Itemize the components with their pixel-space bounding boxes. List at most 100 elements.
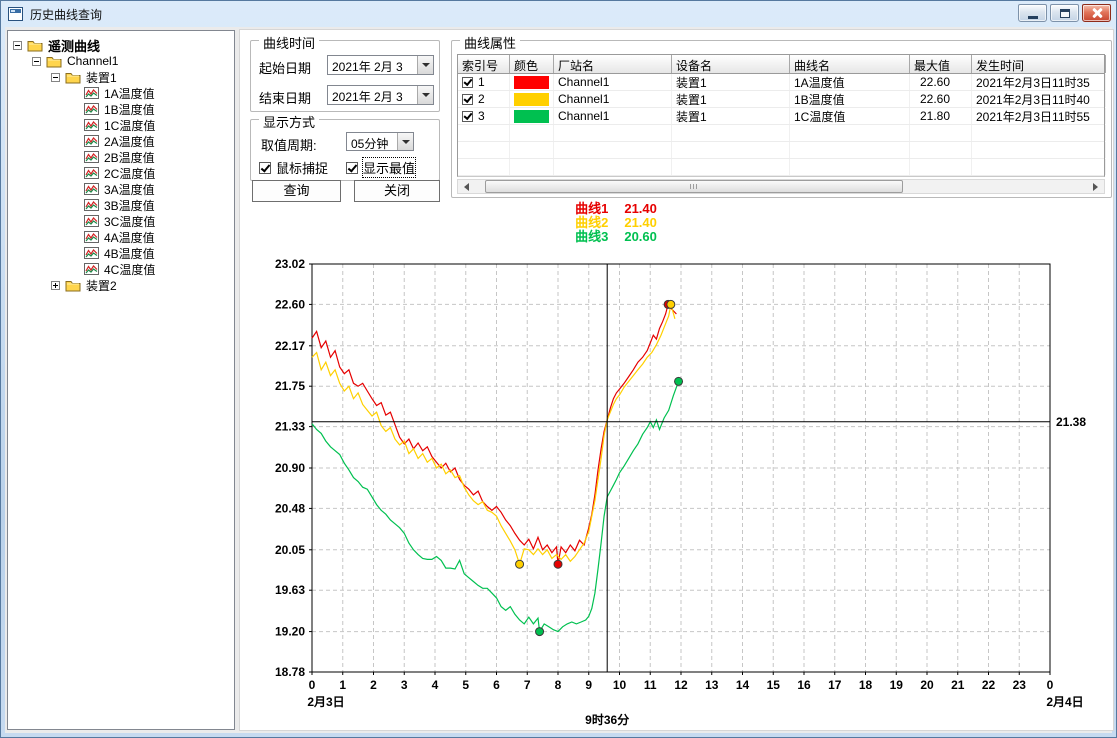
series-line-3: [312, 381, 679, 631]
tree-item-遥测曲线[interactable]: 遥测曲线: [8, 37, 234, 53]
tree-item-1A温度值[interactable]: 1A温度值: [8, 85, 234, 101]
display-mode-title: 显示方式: [259, 112, 319, 131]
table-hscrollbar[interactable]: [457, 179, 1105, 194]
tree-item-4B温度值[interactable]: 4B温度值: [8, 245, 234, 261]
empty-cell: [554, 142, 672, 158]
row-checkbox[interactable]: [462, 77, 473, 88]
main-panel: 曲线时间 起始日期 2021年 2月 3 结束日期 2021年 2月 3 显示方…: [239, 29, 1114, 731]
curve-icon: [84, 215, 99, 227]
x-tick-label: 1: [339, 678, 346, 692]
table-header-row: 索引号颜色厂站名设备名曲线名最大值发生时间: [458, 55, 1104, 74]
crosshair-value-label: 21.38: [1056, 415, 1086, 429]
tree-item-4A温度值[interactable]: 4A温度值: [8, 229, 234, 245]
empty-cell: [458, 159, 510, 175]
curve-props-title: 曲线属性: [460, 33, 520, 52]
close-button[interactable]: [1082, 4, 1111, 22]
end-date-value: 2021年 2月 3: [328, 86, 417, 104]
tree-item-装置1[interactable]: 装置1: [8, 69, 234, 85]
legend-name: 曲线1: [575, 201, 608, 216]
show-extremes-label: 显示最值: [363, 158, 415, 177]
mouse-capture-label: 鼠标捕捉: [276, 158, 328, 177]
chevron-down-icon[interactable]: [417, 56, 433, 74]
tree-item-label: 遥测曲线: [48, 36, 100, 55]
folder-icon: [65, 71, 81, 84]
titlebar[interactable]: 历史曲线查询: [1, 1, 1116, 27]
close-query-button[interactable]: 关闭: [354, 180, 440, 202]
empty-cell: [790, 159, 910, 175]
collapse-minus-icon[interactable]: [32, 57, 41, 66]
table-row-empty: [458, 159, 1104, 176]
y-tick-label: 20.05: [275, 543, 305, 557]
row-checkbox[interactable]: [462, 111, 473, 122]
tree-item-1C温度值[interactable]: 1C温度值: [8, 117, 234, 133]
tree-item-1B温度值[interactable]: 1B温度值: [8, 101, 234, 117]
curve-cell: 1C温度值: [790, 108, 910, 124]
table-row-1[interactable]: 1Channel1装置11A温度值22.602021年2月3日11时35: [458, 74, 1104, 91]
x-tick-label: 14: [736, 678, 750, 692]
empty-cell: [510, 159, 554, 175]
empty-cell: [554, 125, 672, 141]
legend-row-curve1: 曲线1 21.40: [240, 202, 992, 216]
tree-item-4C温度值[interactable]: 4C温度值: [8, 261, 234, 277]
tree-item-装置2[interactable]: 装置2: [8, 277, 234, 293]
end-date-select[interactable]: 2021年 2月 3: [327, 85, 434, 105]
table-row-3[interactable]: 3Channel1装置11C温度值21.802021年2月3日11时55: [458, 108, 1104, 125]
empty-cell: [910, 159, 972, 175]
mouse-capture-option[interactable]: 鼠标捕捉: [259, 158, 328, 177]
station-cell: Channel1: [554, 91, 672, 107]
row-checkbox[interactable]: [462, 94, 473, 105]
tree-item-2B温度值[interactable]: 2B温度值: [8, 149, 234, 165]
tree-item-3B温度值[interactable]: 3B温度值: [8, 197, 234, 213]
color-swatch: [514, 76, 549, 89]
legend-value: 21.40: [624, 201, 657, 216]
empty-cell: [910, 125, 972, 141]
tree-item-3A温度值[interactable]: 3A温度值: [8, 181, 234, 197]
period-select[interactable]: 05分钟: [346, 132, 414, 151]
x-axis-date-right: 2月4日: [1046, 695, 1083, 709]
cursor-legend: 曲线121.40 曲线221.40 曲线320.60: [240, 202, 992, 244]
tree-item-label: 3B温度值: [104, 197, 155, 214]
chevron-down-icon[interactable]: [417, 86, 433, 104]
tree-item-label: 1C温度值: [104, 117, 155, 134]
tree-item-label: 2A温度值: [104, 133, 155, 150]
x-tick-label: 10: [613, 678, 627, 692]
curve-cell: 1B温度值: [790, 91, 910, 107]
max-cell: 22.60: [910, 74, 972, 90]
collapse-minus-icon[interactable]: [13, 41, 22, 50]
tree-item-label: 4A温度值: [104, 229, 155, 246]
curve-tree[interactable]: 遥测曲线Channel1装置11A温度值1B温度值1C温度值2A温度值2B温度值…: [7, 30, 235, 730]
tree-item-2A温度值[interactable]: 2A温度值: [8, 133, 234, 149]
curve-props-table: 索引号颜色厂站名设备名曲线名最大值发生时间 1Channel1装置11A温度值2…: [457, 54, 1105, 177]
tree-item-2C温度值[interactable]: 2C温度值: [8, 165, 234, 181]
x-tick-label: 8: [555, 678, 562, 692]
table-row-2[interactable]: 2Channel1装置11B温度值22.602021年2月3日11时40: [458, 91, 1104, 108]
minimize-button[interactable]: [1018, 4, 1047, 22]
station-cell: Channel1: [554, 74, 672, 90]
chevron-down-icon[interactable]: [397, 133, 413, 150]
end-date-label: 结束日期: [259, 88, 311, 107]
table-row-empty: [458, 125, 1104, 142]
x-tick-label: 20: [920, 678, 934, 692]
mouse-capture-checkbox[interactable]: [259, 162, 271, 174]
collapse-minus-icon[interactable]: [51, 73, 60, 82]
y-tick-label: 22.60: [275, 297, 305, 311]
scroll-left-icon[interactable]: [458, 180, 473, 193]
x-tick-label: 21: [951, 678, 965, 692]
maximize-button[interactable]: [1050, 4, 1079, 22]
tree-item-3C温度值[interactable]: 3C温度值: [8, 213, 234, 229]
titlebar-buttons: [1018, 4, 1111, 22]
scroll-right-icon[interactable]: [1089, 180, 1104, 193]
tree-item-Channel1[interactable]: Channel1: [8, 53, 234, 69]
scrollbar-thumb[interactable]: [485, 180, 903, 193]
query-button[interactable]: 查询: [252, 180, 341, 202]
history-curve-chart[interactable]: 23.0222.6022.1721.7521.3320.9020.4820.05…: [240, 248, 1115, 732]
y-tick-label: 18.78: [275, 665, 305, 679]
time-cell: 2021年2月3日11时35: [972, 74, 1106, 90]
x-tick-label: 16: [797, 678, 811, 692]
curve-cell: 1A温度值: [790, 74, 910, 90]
start-date-select[interactable]: 2021年 2月 3: [327, 55, 434, 75]
minimize-icon: [1028, 16, 1038, 19]
show-extremes-option[interactable]: 显示最值: [346, 158, 415, 177]
show-extremes-checkbox[interactable]: [346, 162, 358, 174]
expand-plus-icon[interactable]: [51, 281, 60, 290]
